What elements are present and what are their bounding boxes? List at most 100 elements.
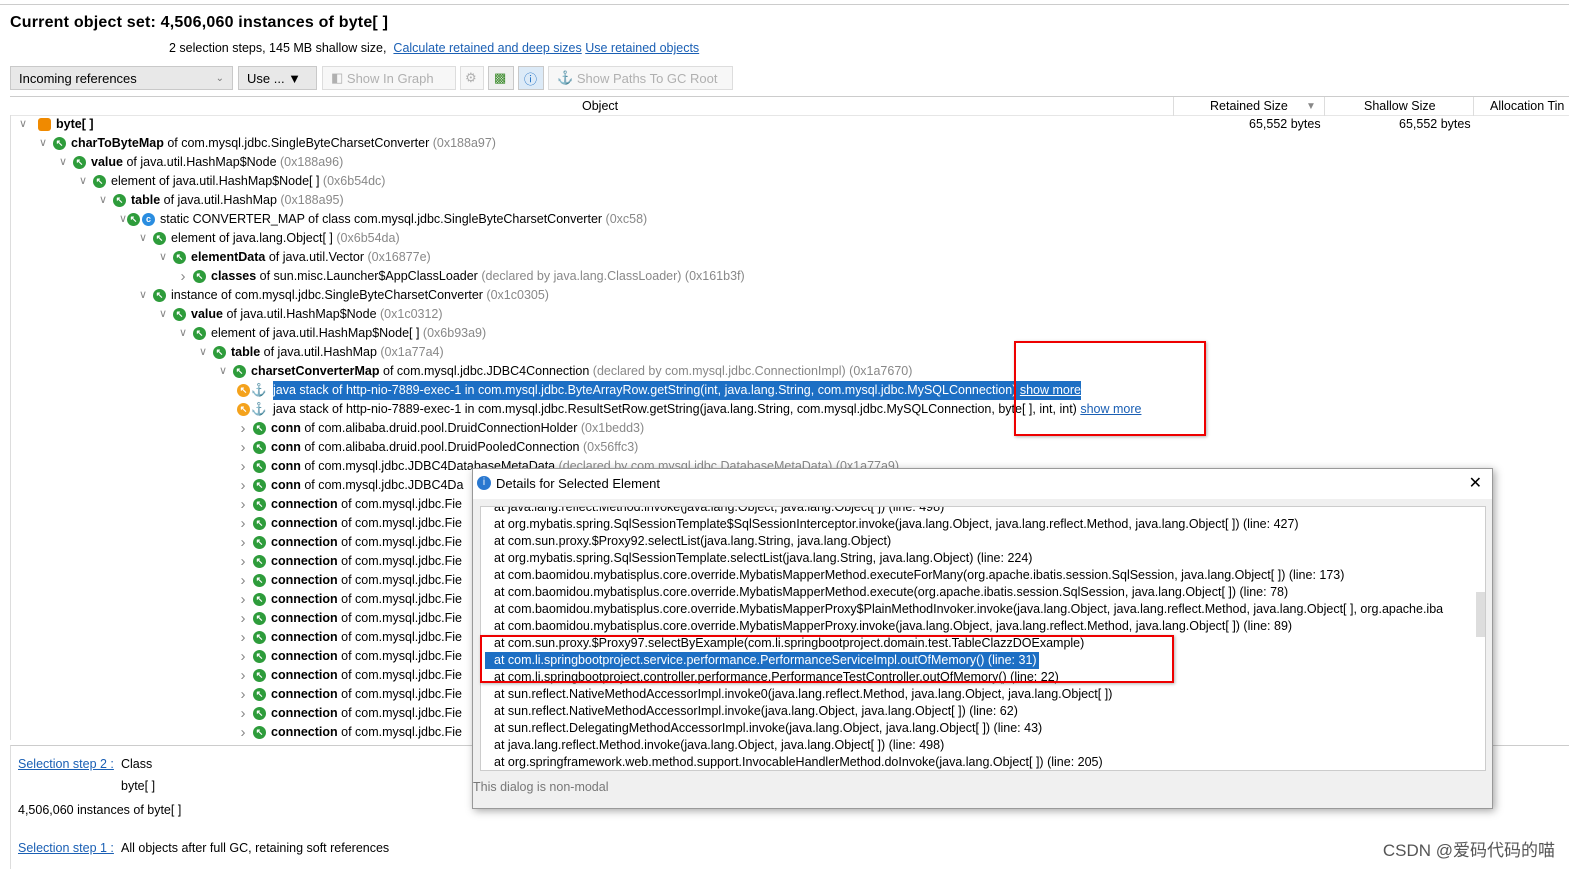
scrollbar-thumb[interactable]	[1476, 592, 1485, 637]
object-id: (0x188a96)	[280, 155, 344, 169]
chevron-right-icon[interactable]: ›	[237, 685, 249, 704]
stack-frame-line[interactable]: at com.baomidou.mybatisplus.core.overrid…	[494, 601, 1443, 618]
use-retained-link[interactable]: Use retained objects	[585, 41, 699, 55]
chevron-down-icon[interactable]: ∨	[217, 362, 229, 381]
tree-row[interactable]: ∨ ↖ c static CONVERTER_MAP of class com.mys…	[11, 210, 1569, 229]
reference-icon: ↖	[253, 574, 266, 587]
tree-row[interactable]: ∨ byte[ ] 65,552 bytes 65,552 bytes	[11, 115, 1569, 134]
field-name: connection	[271, 668, 338, 682]
tree-row[interactable]: ∨ ↖ element of java.util.HashMap$Node[ ] (…	[11, 172, 1569, 191]
chevron-right-icon[interactable]: ›	[237, 533, 249, 552]
print-button[interactable]: ▩	[488, 66, 514, 90]
stack-frame-line[interactable]: at com.baomidou.mybatisplus.core.overrid…	[494, 618, 1292, 635]
chevron-right-icon[interactable]: ›	[237, 571, 249, 590]
close-icon[interactable]: ✕	[1469, 473, 1482, 493]
tree-row[interactable]: › ↖ classes of sun.misc.Launcher$AppClassL…	[11, 267, 1569, 286]
chevron-down-icon[interactable]: ∨	[197, 343, 209, 362]
chevron-down-icon[interactable]: ∨	[17, 115, 29, 134]
chevron-right-icon[interactable]: ›	[237, 609, 249, 628]
highlight-box-stack-frame	[480, 635, 1174, 683]
tree-row[interactable]: ∨ ↖ element of java.util.HashMap$Node[ ] (…	[11, 324, 1569, 343]
tree-row[interactable]: ∨ ↖ value of java.util.HashMap$Node (0x1c0…	[11, 305, 1569, 324]
chevron-right-icon[interactable]: ›	[237, 666, 249, 685]
settings-button[interactable]: ⚙	[460, 66, 484, 90]
chevron-right-icon[interactable]: ›	[237, 457, 249, 476]
chevron-right-icon[interactable]: ›	[237, 514, 249, 533]
tree-row-label: conn of com.mysql.jdbc.JDBC4Da	[271, 476, 463, 495]
reference-icon: ↖	[113, 194, 126, 207]
info-button[interactable]: ⓘ	[518, 66, 544, 90]
reference-icon: ↖	[253, 498, 266, 511]
graph-icon: ◧	[331, 70, 347, 85]
stack-frame-line[interactable]: at com.sun.proxy.$Proxy92.selectList(jav…	[494, 533, 891, 550]
tree-row-label: table of java.util.HashMap (0x188a95)	[131, 191, 344, 210]
step2-count: 4,506,060 instances of byte[ ]	[18, 803, 182, 817]
chevron-right-icon[interactable]: ›	[237, 628, 249, 647]
column-shallow-size[interactable]: Shallow Size	[1364, 99, 1436, 113]
field-name: connection	[271, 535, 338, 549]
reference-icon: ↖	[253, 631, 266, 644]
tree-row-label: conn of com.alibaba.druid.pool.DruidConn…	[271, 419, 644, 438]
tree-row[interactable]: › ↖ conn of com.alibaba.druid.pool.DruidCo…	[11, 419, 1569, 438]
show-in-graph-button[interactable]: ◧ Show In Graph	[322, 66, 456, 90]
stack-frame-line[interactable]: at org.mybatis.spring.SqlSessionTemplate…	[494, 550, 1032, 567]
stack-frame-line[interactable]: at sun.reflect.NativeMethodAccessorImpl.…	[494, 686, 1112, 703]
tree-row[interactable]: ∨ ↖ value of java.util.HashMap$Node (0x188…	[11, 153, 1569, 172]
tree-row[interactable]: ∨ ↖ charsetConverterMap of com.mysql.jdbc.…	[11, 362, 1569, 381]
tree-row[interactable]: ↖ ⚓ java stack of http-nio-7889-exec-1 in …	[11, 381, 1569, 400]
chevron-down-icon[interactable]: ∨	[177, 324, 189, 343]
chevron-down-icon[interactable]: ∨	[137, 229, 149, 248]
tree-row[interactable]: ∨ ↖ table of java.util.HashMap (0x1a77a4)	[11, 343, 1569, 362]
stack-frame-line[interactable]: at java.lang.reflect.Method.invoke(java.…	[494, 507, 944, 516]
tree-row[interactable]: ↖ ⚓ java stack of http-nio-7889-exec-1 in …	[11, 400, 1569, 419]
chevron-right-icon[interactable]: ›	[237, 476, 249, 495]
column-retained-size[interactable]: Retained Size	[1210, 99, 1288, 113]
chevron-right-icon[interactable]: ›	[237, 723, 249, 740]
tree-row[interactable]: ∨ ↖ element of java.lang.Object[ ] (0x6b54…	[11, 229, 1569, 248]
chevron-right-icon[interactable]: ›	[237, 495, 249, 514]
field-name: table	[231, 345, 261, 359]
chevron-down-icon[interactable]: ∨	[157, 305, 169, 324]
stack-frame-line[interactable]: at com.baomidou.mybatisplus.core.overrid…	[494, 567, 1344, 584]
field-name: connection	[271, 725, 338, 739]
tree-row[interactable]: ∨ ↖ instance of com.mysql.jdbc.SingleByteC…	[11, 286, 1569, 305]
column-allocation-time[interactable]: Allocation Tin	[1490, 99, 1564, 113]
view-select[interactable]: Incoming references ⌄	[10, 66, 233, 90]
stack-frame-line[interactable]: at org.mybatis.spring.SqlSessionTemplate…	[494, 516, 1299, 533]
field-name: value	[191, 307, 223, 321]
tree-row[interactable]: ∨ ↖ elementData of java.util.Vector (0x168…	[11, 248, 1569, 267]
reference-icon: ↖	[193, 327, 206, 340]
calculate-sizes-link[interactable]: Calculate retained and deep sizes	[393, 41, 581, 55]
chevron-down-icon[interactable]: ∨	[97, 191, 109, 210]
stack-frame-line[interactable]: at com.baomidou.mybatisplus.core.overrid…	[494, 584, 1288, 601]
tree-row-label: connection of com.mysql.jdbc.Fie	[271, 685, 462, 704]
chevron-right-icon[interactable]: ›	[177, 267, 189, 286]
stack-frame-line[interactable]: at org.springframework.web.method.suppor…	[494, 754, 1103, 770]
column-object[interactable]: Object	[582, 99, 618, 113]
chevron-right-icon[interactable]: ›	[237, 704, 249, 723]
reference-icon: ↖	[253, 688, 266, 701]
use-button[interactable]: Use ... ▼	[238, 66, 317, 90]
chevron-down-icon[interactable]: ∨	[157, 248, 169, 267]
chevron-down-icon[interactable]: ∨	[77, 172, 89, 191]
tree-row-label: connection of com.mysql.jdbc.Fie	[271, 571, 462, 590]
chevron-down-icon[interactable]: ∨	[57, 153, 69, 172]
chevron-right-icon[interactable]: ›	[237, 438, 249, 457]
show-paths-label: Show Paths To GC Root	[576, 70, 718, 86]
chevron-down-icon[interactable]: ∨	[137, 286, 149, 305]
tree-row-label: elementData of java.util.Vector (0x16877…	[191, 248, 431, 267]
chevron-down-icon[interactable]: ∨	[37, 134, 49, 153]
tree-row[interactable]: ∨ ↖ charToByteMap of com.mysql.jdbc.Single…	[11, 134, 1569, 153]
stack-frame-line[interactable]: at sun.reflect.DelegatingMethodAccessorI…	[494, 720, 1042, 737]
tree-row[interactable]: ∨ ↖ table of java.util.HashMap (0x188a95)	[11, 191, 1569, 210]
selection-step-2-link[interactable]: Selection step 2 :	[18, 757, 114, 771]
chevron-right-icon[interactable]: ›	[237, 647, 249, 666]
chevron-right-icon[interactable]: ›	[237, 590, 249, 609]
show-paths-gc-root-button[interactable]: ⚓ Show Paths To GC Root	[548, 66, 733, 90]
chevron-right-icon[interactable]: ›	[237, 419, 249, 438]
tree-row[interactable]: › ↖ conn of com.alibaba.druid.pool.DruidPo…	[11, 438, 1569, 457]
selection-step-1-link[interactable]: Selection step 1 :	[18, 841, 114, 855]
stack-frame-line[interactable]: at java.lang.reflect.Method.invoke(java.…	[494, 737, 944, 754]
stack-frame-line[interactable]: at sun.reflect.NativeMethodAccessorImpl.…	[494, 703, 1018, 720]
chevron-right-icon[interactable]: ›	[237, 552, 249, 571]
